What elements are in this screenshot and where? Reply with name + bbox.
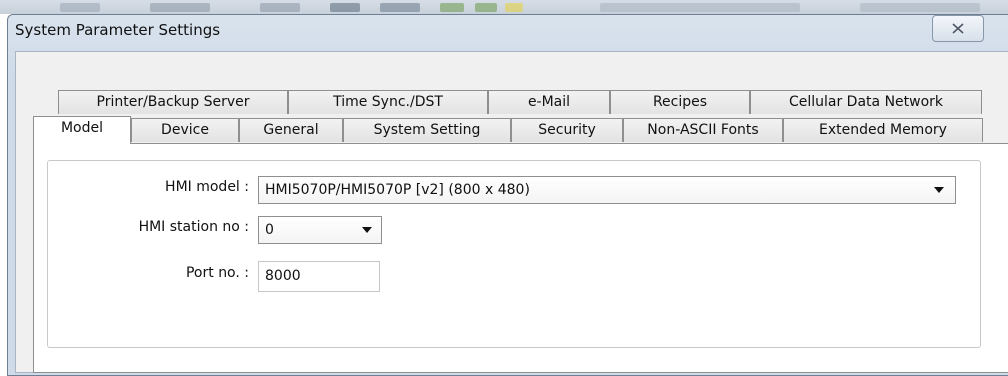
tab-general[interactable]: General xyxy=(239,118,343,142)
tab-recipes[interactable]: Recipes xyxy=(610,90,750,114)
tab-e-mail[interactable]: e-Mail xyxy=(488,90,610,114)
chevron-down-icon xyxy=(931,177,947,203)
window-title: System Parameter Settings xyxy=(15,21,221,39)
tab-cellular-data-network[interactable]: Cellular Data Network xyxy=(750,90,982,114)
hmi-model-label: HMI model : xyxy=(165,179,249,195)
tab-non-ascii-fonts[interactable]: Non-ASCII Fonts xyxy=(623,118,783,142)
close-button[interactable] xyxy=(932,15,984,42)
hmi-station-no-label: HMI station no : xyxy=(138,219,249,235)
tab-time-sync-dst[interactable]: Time Sync./DST xyxy=(288,90,488,114)
port-no-input[interactable]: 8000 xyxy=(258,261,380,292)
hmi-model-value: HMI5070P/HMI5070P [v2] (800 x 480) xyxy=(265,182,530,198)
background-toolbar-strip xyxy=(0,0,1008,14)
port-no-value: 8000 xyxy=(265,268,301,284)
tab-security[interactable]: Security xyxy=(511,118,623,142)
tab-system-setting[interactable]: System Setting xyxy=(343,118,511,142)
hmi-model-dropdown[interactable]: HMI5070P/HMI5070P [v2] (800 x 480) xyxy=(258,176,956,204)
tab-printer-backup-server[interactable]: Printer/Backup Server xyxy=(58,90,288,114)
tab-device[interactable]: Device xyxy=(131,118,239,142)
tab-model[interactable]: Model xyxy=(33,116,131,144)
close-icon xyxy=(952,23,964,34)
tab-extended-memory[interactable]: Extended Memory xyxy=(783,118,983,142)
hmi-station-no-dropdown[interactable]: 0 xyxy=(258,216,382,244)
hmi-station-no-value: 0 xyxy=(265,222,274,238)
port-no-label: Port no. : xyxy=(185,265,249,281)
chevron-down-icon xyxy=(359,217,375,243)
